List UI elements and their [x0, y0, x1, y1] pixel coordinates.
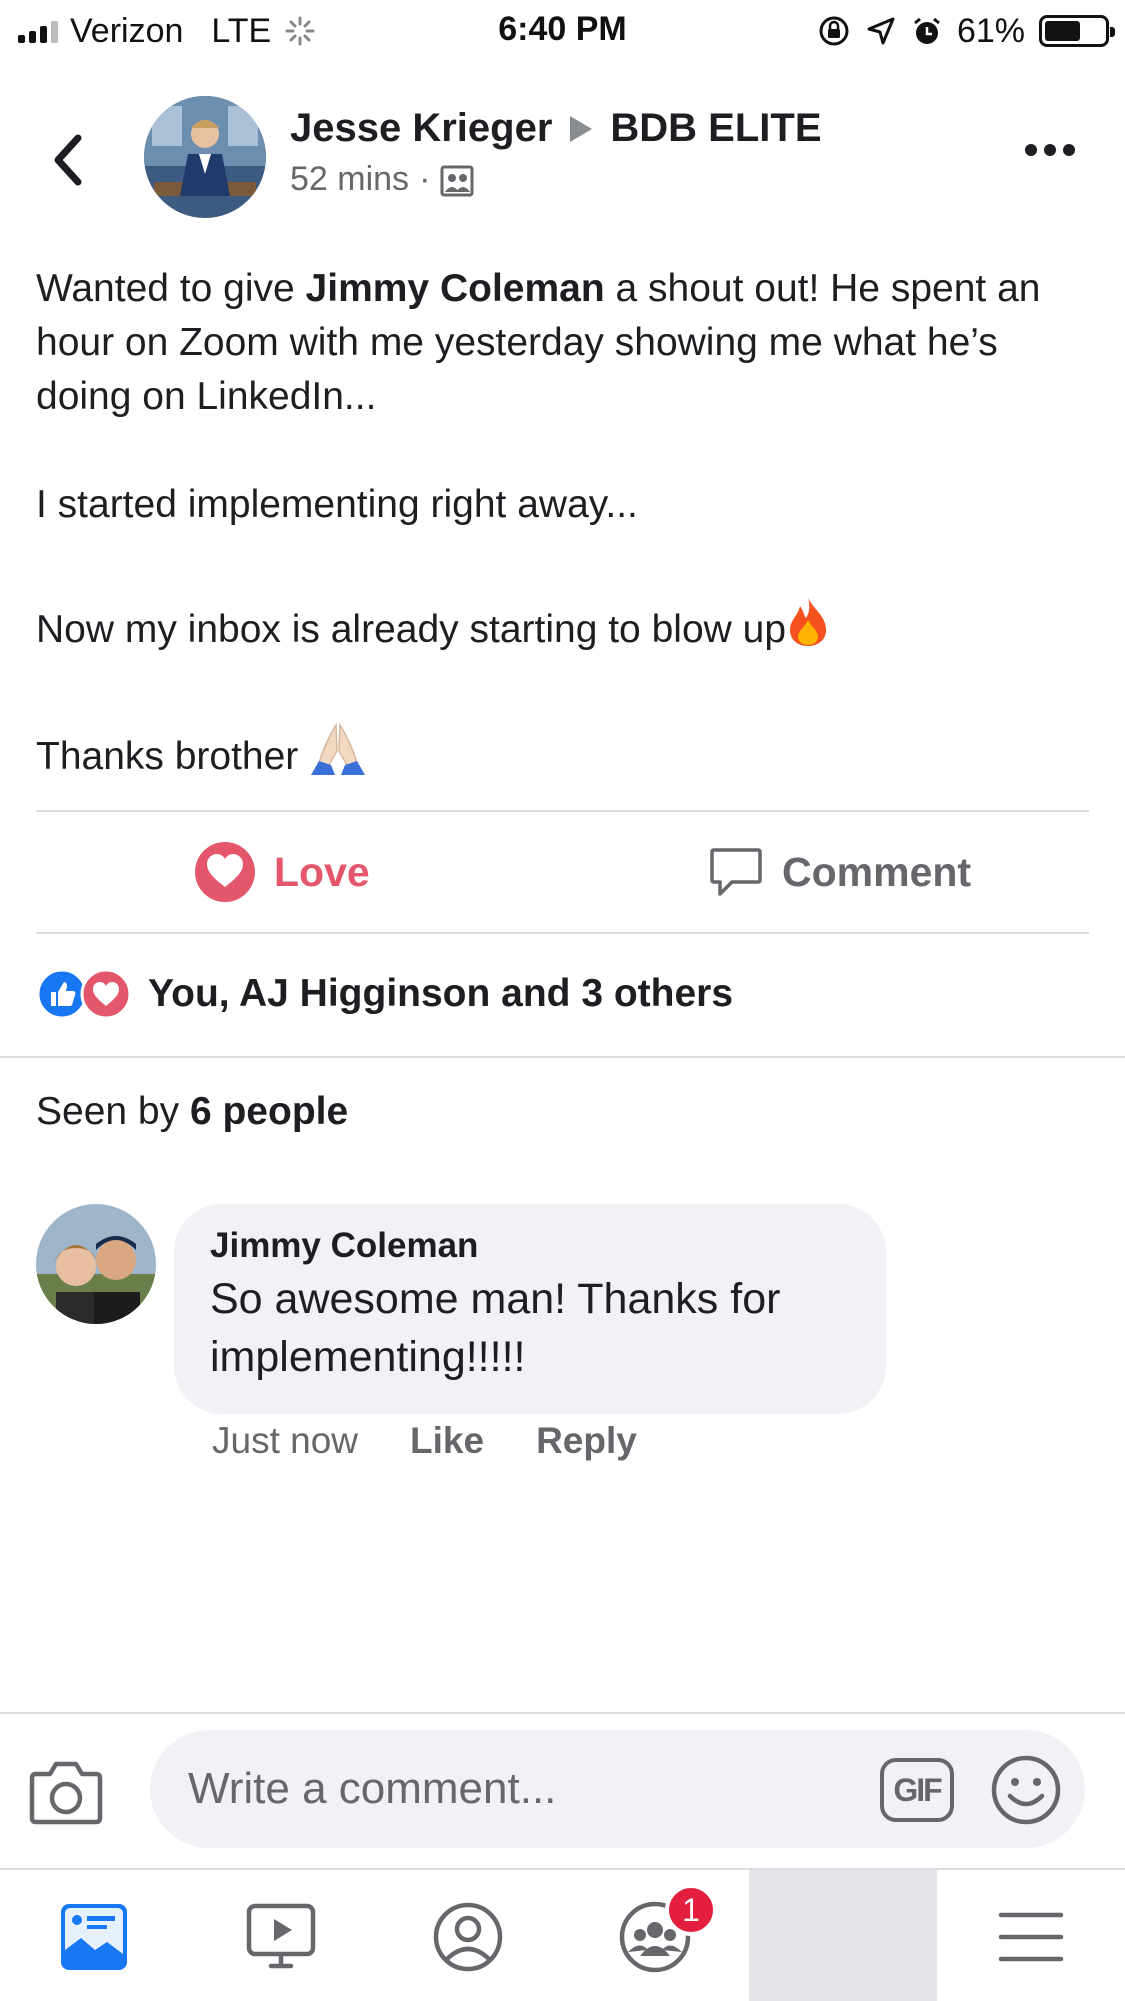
- mention-link[interactable]: Jimmy Coleman: [306, 267, 605, 310]
- status-bar: Verizon LTE 6:40 PM 61%: [0, 0, 1125, 62]
- watch-video-icon: [246, 1903, 316, 1968]
- tab-menu[interactable]: [937, 1870, 1125, 2001]
- comment-bubble-icon: [710, 848, 762, 896]
- comment-button[interactable]: Comment: [708, 812, 971, 932]
- comment-composer: GIF: [0, 1714, 1125, 1868]
- commenter-photo-icon: [36, 1204, 156, 1324]
- alarm-icon: [914, 17, 940, 44]
- right-triangle-icon: [570, 115, 593, 142]
- post-body: Wanted to give Jimmy Coleman a shout out…: [36, 262, 1096, 784]
- post-paragraph-1: Wanted to give Jimmy Coleman a shout out…: [36, 262, 1096, 424]
- battery-icon: [1039, 15, 1115, 47]
- comment-meta: Just now Like Reply: [212, 1420, 637, 1462]
- bottom-tab-bar: 1: [0, 1868, 1125, 2001]
- love-button[interactable]: Love: [194, 812, 370, 932]
- gif-button[interactable]: GIF: [880, 1758, 954, 1822]
- profile-icon: [433, 1902, 503, 1971]
- comment-label: Comment: [782, 848, 972, 895]
- post-header: Jesse Krieger BDB ELITE 52 mins ·: [0, 92, 1125, 222]
- author-photo-icon: [144, 96, 266, 218]
- comment-like-link[interactable]: Like: [410, 1420, 484, 1462]
- orientation-lock-icon: [819, 16, 849, 46]
- reactions-summary[interactable]: You, AJ Higginson and 3 others: [36, 966, 733, 1022]
- comment-time: Just now: [212, 1420, 359, 1461]
- post-title: Jesse Krieger BDB ELITE: [290, 106, 822, 151]
- camera-icon[interactable]: [28, 1756, 104, 1826]
- reaction-icons: [36, 968, 134, 1020]
- back-chevron-icon[interactable]: [44, 130, 94, 190]
- comment-author[interactable]: Jimmy Coleman: [210, 1226, 850, 1266]
- group-name[interactable]: BDB ELITE: [610, 106, 821, 151]
- news-feed-icon: [61, 1903, 127, 1970]
- battery-percent: 61%: [956, 11, 1025, 50]
- divider: [36, 932, 1089, 934]
- commenter-avatar[interactable]: [36, 1204, 156, 1324]
- post-time[interactable]: 52 mins: [290, 160, 409, 199]
- seen-prefix: Seen by: [36, 1090, 190, 1133]
- fire-emoji-icon: [790, 598, 827, 646]
- emoji-smiley-icon[interactable]: [990, 1754, 1062, 1826]
- post-paragraph-4: Thanks brother: [36, 721, 1096, 784]
- comment-text: So awesome man! Thanks for implementing!…: [210, 1275, 781, 1381]
- post-text: Now my inbox is already starting to blow…: [36, 608, 787, 651]
- seen-count: 6 people: [189, 1090, 349, 1133]
- tab-blank[interactable]: [749, 1870, 937, 2001]
- love-heart-icon: [195, 842, 255, 902]
- divider: [0, 1056, 1125, 1058]
- seen-by[interactable]: Seen by 6 people: [36, 1090, 348, 1134]
- love-reaction-icon: [80, 968, 132, 1020]
- comment-bubble[interactable]: Jimmy Coleman So awesome man! Thanks for…: [174, 1204, 886, 1414]
- author-name[interactable]: Jesse Krieger: [290, 106, 552, 151]
- status-right: 61%: [817, 10, 1115, 52]
- more-options-icon[interactable]: [1025, 144, 1075, 156]
- author-avatar[interactable]: [144, 96, 266, 218]
- post-text: Wanted to give: [36, 267, 306, 310]
- post-paragraph-3: Now my inbox is already starting to blow…: [36, 596, 1096, 657]
- tab-profile[interactable]: [374, 1870, 562, 2001]
- praying-hands-emoji-icon: [311, 722, 366, 775]
- comment-reply-link[interactable]: Reply: [536, 1420, 637, 1462]
- group-members-icon: [440, 165, 474, 196]
- tab-watch[interactable]: [187, 1870, 375, 2001]
- groups-notification-badge: 1: [665, 1884, 717, 1936]
- post-meta: 52 mins ·: [290, 160, 474, 199]
- post-paragraph-2: I started implementing right away...: [36, 483, 638, 526]
- love-label: Love: [274, 848, 370, 895]
- meta-separator: ·: [419, 160, 431, 198]
- reactions-text: You, AJ Higginson and 3 others: [148, 972, 734, 1015]
- location-arrow-icon: [867, 17, 895, 45]
- post-text: Thanks brother: [36, 735, 310, 778]
- tab-groups[interactable]: 1: [561, 1870, 749, 2001]
- post-actions: Love Comment: [36, 812, 1089, 932]
- hamburger-menu-icon: [998, 1912, 1064, 1961]
- tab-news-feed[interactable]: [0, 1870, 188, 2001]
